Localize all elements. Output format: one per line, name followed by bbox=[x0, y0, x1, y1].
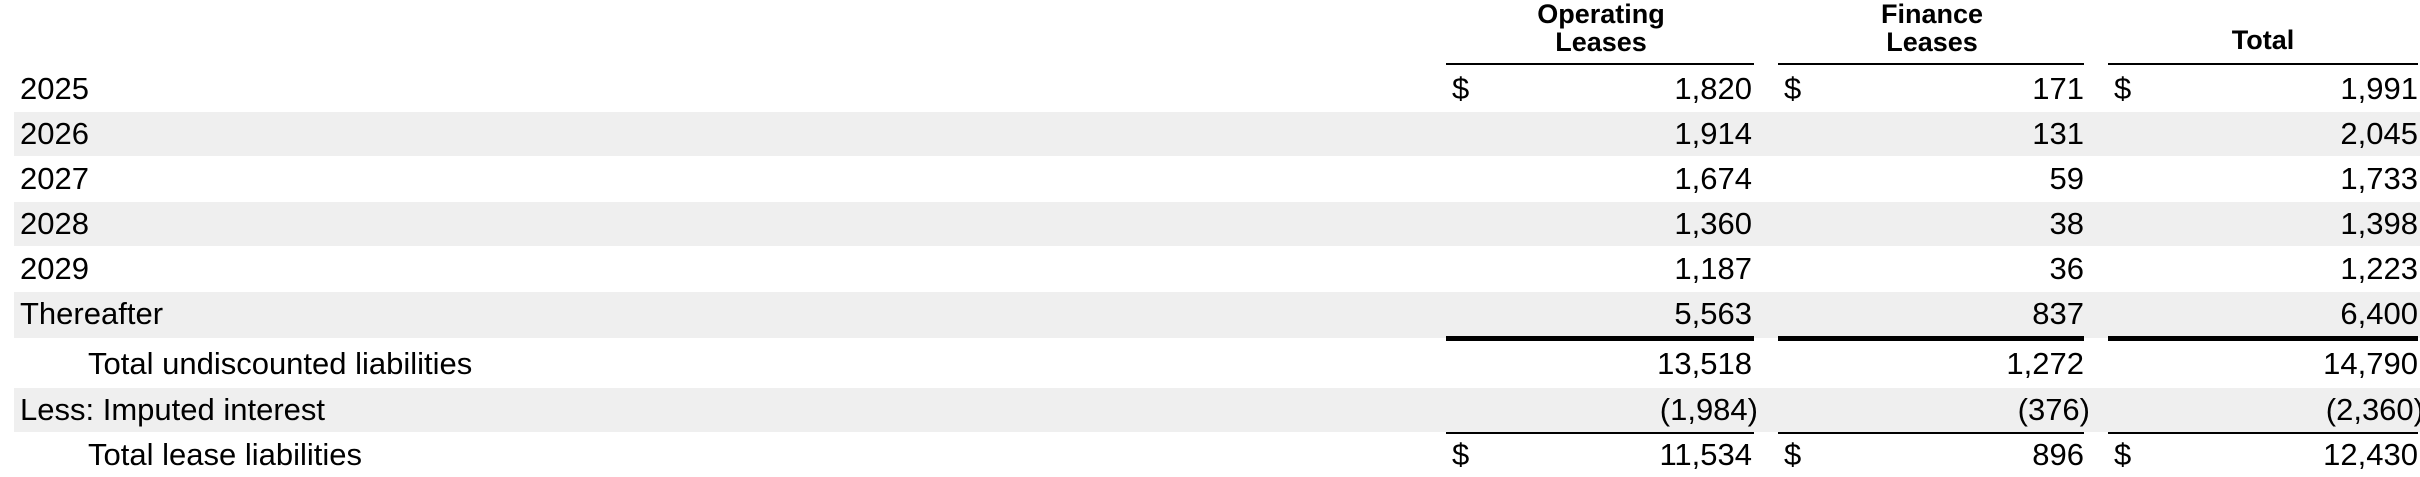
operating-value: 11,534 bbox=[1659, 437, 1752, 472]
total-value: (2,360) bbox=[2325, 392, 2420, 427]
table-row: Total lease liabilities $ 11,534 $ 896 $… bbox=[14, 433, 2420, 477]
operating-value: 1,187 bbox=[1674, 251, 1752, 286]
subtotal-rule-finance bbox=[1778, 336, 2084, 341]
finance-value: 131 bbox=[2032, 116, 2084, 151]
row-label: 2028 bbox=[20, 206, 89, 241]
finance-value: 59 bbox=[2049, 161, 2084, 196]
total-value: 2,045 bbox=[2340, 116, 2418, 151]
operating-value: 1,820 bbox=[1674, 71, 1752, 106]
table-row: Total undiscounted liabilities 13,518 1,… bbox=[14, 342, 2420, 386]
row-label: Total undiscounted liabilities bbox=[88, 346, 473, 381]
total-value: 1,398 bbox=[2340, 206, 2418, 241]
finance-value: (376) bbox=[2017, 392, 2090, 427]
table-row: 2026 1,914 131 2,045 bbox=[14, 112, 2420, 156]
header-finance-line1: Finance bbox=[1880, 0, 1984, 29]
header-finance-leases: Finance Leases bbox=[1778, 0, 2086, 56]
total-value: 1,223 bbox=[2340, 251, 2418, 286]
operating-value: (1,984) bbox=[1659, 392, 1758, 427]
finance-value: 1,272 bbox=[2006, 346, 2084, 381]
header-total-label: Total bbox=[2231, 25, 2295, 55]
total-value: 6,400 bbox=[2340, 296, 2418, 331]
row-label: Less: Imputed interest bbox=[20, 392, 325, 427]
subtotal-rule-operating bbox=[1446, 336, 1754, 341]
header-rule-operating bbox=[1446, 63, 1754, 65]
row-label: 2029 bbox=[20, 251, 89, 286]
operating-value: 1,360 bbox=[1674, 206, 1752, 241]
header-total: Total bbox=[2108, 26, 2418, 54]
row-label: 2025 bbox=[20, 71, 89, 106]
table-row: 2027 1,674 59 1,733 bbox=[14, 157, 2420, 201]
finance-value: 171 bbox=[2032, 71, 2084, 106]
header-finance-line2: Leases bbox=[1886, 27, 1978, 57]
row-label: Total lease liabilities bbox=[88, 437, 362, 472]
table-row: 2029 1,187 36 1,223 bbox=[14, 247, 2420, 291]
finance-value: 896 bbox=[2032, 437, 2084, 472]
total-value: 1,733 bbox=[2340, 161, 2418, 196]
operating-value: 13,518 bbox=[1657, 346, 1752, 381]
table-row: 2028 1,360 38 1,398 bbox=[14, 202, 2420, 246]
row-label: 2027 bbox=[20, 161, 89, 196]
header-operating-line1: Operating bbox=[1537, 0, 1665, 29]
finance-value: 36 bbox=[2049, 251, 2084, 286]
table-row: 2025 $ 1,820 $ 171 $ 1,991 bbox=[14, 67, 2420, 111]
subtotal-rule-total bbox=[2108, 336, 2418, 341]
row-label: Thereafter bbox=[20, 296, 164, 331]
finance-value: 837 bbox=[2032, 296, 2084, 331]
total-value: 1,991 bbox=[2340, 71, 2418, 106]
finance-value: 38 bbox=[2049, 206, 2084, 241]
header-rule-finance bbox=[1778, 63, 2084, 65]
operating-value: 5,563 bbox=[1674, 296, 1752, 331]
total-value: 12,430 bbox=[2323, 437, 2418, 472]
table-row: Thereafter 5,563 837 6,400 bbox=[14, 292, 2420, 338]
operating-value: 1,914 bbox=[1674, 116, 1752, 151]
operating-value: 1,674 bbox=[1674, 161, 1752, 196]
row-label: 2026 bbox=[20, 116, 89, 151]
header-operating-leases: Operating Leases bbox=[1446, 0, 1756, 56]
header-operating-line2: Leases bbox=[1555, 27, 1647, 57]
table-row: Less: Imputed interest (1,984) (376) (2,… bbox=[14, 388, 2420, 432]
header-rule-total bbox=[2108, 63, 2418, 65]
total-value: 14,790 bbox=[2323, 346, 2418, 381]
